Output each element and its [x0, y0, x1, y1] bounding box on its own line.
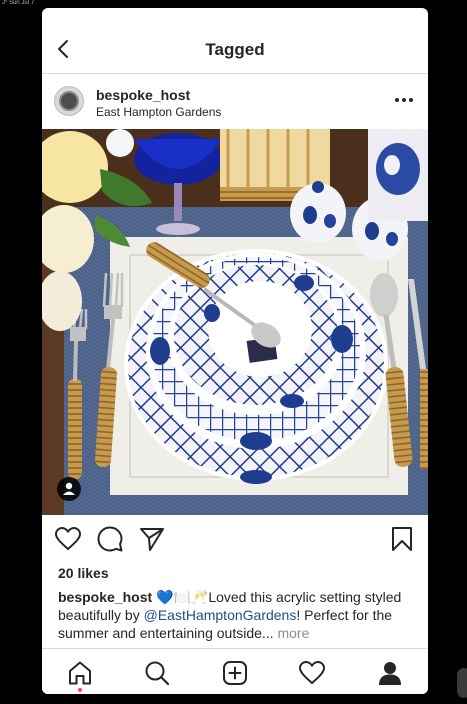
post-location[interactable]: East Hampton Gardens: [96, 105, 221, 119]
post-caption: bespoke_host 💙🍽️🥂Loved this acrylic sett…: [58, 588, 418, 642]
table-setting-photo: [42, 129, 428, 515]
person-tag-icon: [63, 482, 75, 495]
post-actions: [42, 523, 428, 557]
avatar-image: [59, 91, 79, 111]
paper-plane-icon: [140, 528, 164, 551]
new-post-icon: [223, 661, 247, 685]
comment-bubble-icon: [97, 526, 123, 552]
save-button[interactable]: [388, 525, 416, 553]
nav-home[interactable]: [66, 659, 94, 687]
page-title: Tagged: [205, 40, 265, 59]
post-username[interactable]: bespoke_host: [96, 87, 190, 103]
status-strip: J⁰ Sun Jul 7: [2, 0, 35, 6]
comment-button[interactable]: [96, 525, 124, 553]
home-icon: [69, 661, 91, 685]
post-header: bespoke_host East Hampton Gardens: [42, 75, 428, 129]
caption-username[interactable]: bespoke_host: [58, 589, 152, 605]
bottom-nav: [42, 648, 428, 694]
notification-dot: [78, 688, 82, 692]
nav-profile[interactable]: [376, 659, 404, 687]
like-button[interactable]: [54, 525, 82, 553]
nav-search[interactable]: [143, 659, 171, 687]
ellipsis-icon: [395, 98, 413, 102]
caption-mention[interactable]: @EastHamptonGardens: [144, 607, 297, 623]
post-photo[interactable]: [42, 129, 428, 515]
top-header: Tagged: [42, 8, 428, 74]
share-button[interactable]: [138, 525, 166, 553]
more-options-button[interactable]: [392, 93, 416, 107]
tagged-people-button[interactable]: [57, 477, 81, 501]
activity-heart-icon: [298, 660, 326, 685]
bookmark-icon: [392, 527, 412, 551]
nav-activity[interactable]: [298, 659, 326, 687]
side-handle: [457, 668, 467, 698]
search-icon: [145, 661, 170, 686]
avatar[interactable]: [54, 86, 84, 116]
likes-count[interactable]: 20 likes: [58, 565, 109, 581]
heart-icon: [54, 526, 82, 551]
profile-icon: [379, 662, 401, 685]
caption-more-link[interactable]: more: [277, 625, 309, 641]
instagram-phone-screen: Tagged bespoke_host East Hampton Gardens: [42, 8, 428, 694]
nav-new-post[interactable]: [221, 659, 249, 687]
caption-emojis: 💙🍽️🥂: [152, 589, 209, 605]
